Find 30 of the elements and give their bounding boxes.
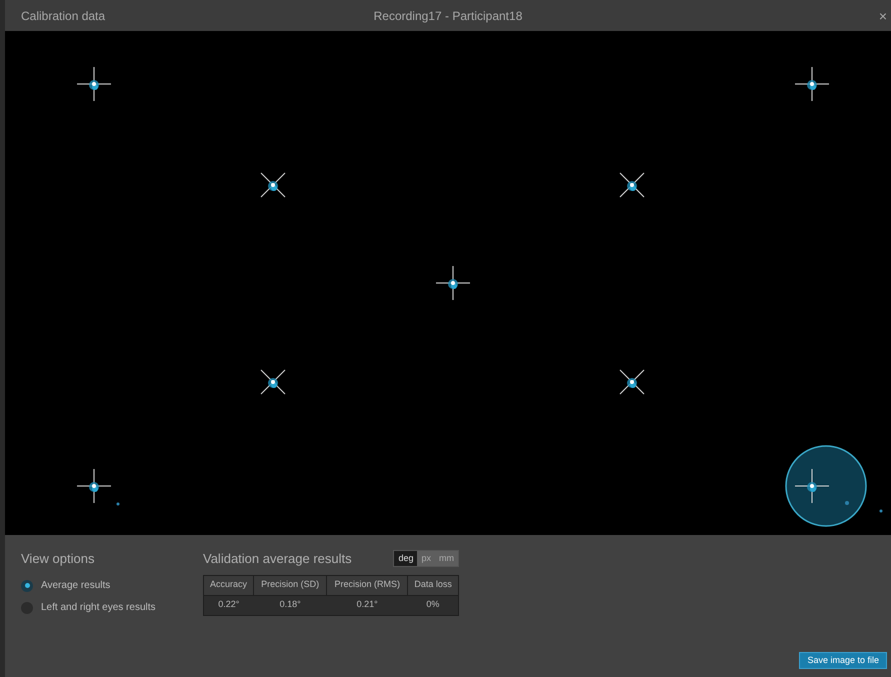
table-cell: 0.18° xyxy=(254,595,327,615)
radio-option[interactable]: Average results xyxy=(21,574,171,596)
validation-target-drawing xyxy=(620,172,644,198)
gaze-dot xyxy=(116,502,120,506)
validation-target-drawing xyxy=(260,370,286,394)
window-title: Calibration data xyxy=(21,8,106,24)
validation-target-drawing xyxy=(260,172,286,198)
column-header: Precision (SD) xyxy=(254,575,327,595)
calibration-target-drawing xyxy=(794,66,830,102)
table-cell: 0% xyxy=(408,595,458,615)
table-cell: 0.22° xyxy=(204,595,254,615)
unit-toggle[interactable]: px xyxy=(417,551,435,566)
calibration-target-drawing xyxy=(436,266,470,300)
gaze-dot xyxy=(845,501,849,505)
validation-target-drawing xyxy=(620,370,644,394)
table-cell: 0.21° xyxy=(326,595,408,615)
section-title: Validation average results xyxy=(203,550,352,568)
close-button[interactable]: × xyxy=(878,8,887,22)
calibration-target-drawing xyxy=(76,468,112,504)
column-header: Data loss xyxy=(408,575,458,595)
radio-option[interactable]: Left and right eyes results xyxy=(21,596,171,618)
recording-title: Recording17 - Participant18 xyxy=(374,8,522,22)
gaze-dot xyxy=(880,510,882,512)
calibration-target-drawing xyxy=(76,66,112,102)
section-title: View options xyxy=(21,550,96,568)
column-header: Accuracy xyxy=(204,575,254,595)
unit-toggle[interactable]: mm xyxy=(435,551,458,566)
save-image-button[interactable]: Save image to file xyxy=(799,652,887,669)
unit-toggle[interactable]: deg xyxy=(394,551,418,566)
column-header: Precision (RMS) xyxy=(326,575,408,595)
